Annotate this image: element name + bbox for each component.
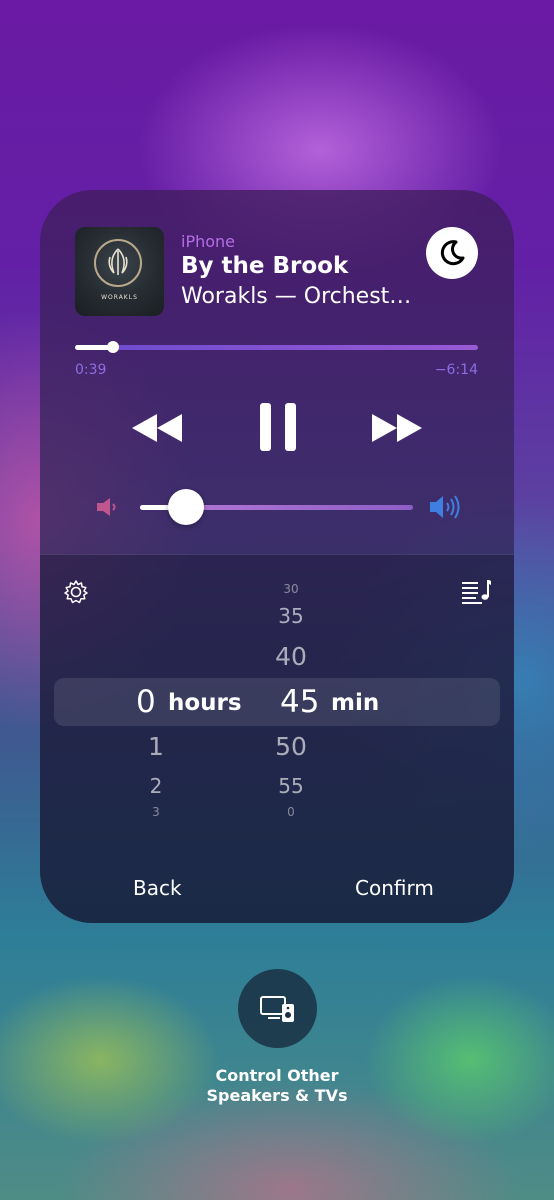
minute-option[interactable]: 0	[266, 805, 316, 819]
selected-hours[interactable]: 0	[136, 684, 156, 720]
track-artist: Worakls — Orchest…	[181, 284, 412, 309]
album-artwork[interactable]: WORAKLS	[75, 227, 164, 316]
volume-thumb[interactable]	[168, 489, 205, 525]
previous-button[interactable]	[130, 410, 186, 450]
queue-button[interactable]	[460, 578, 492, 610]
elapsed-time: 0:39	[75, 362, 107, 378]
confirm-button[interactable]: Confirm	[355, 876, 434, 900]
speaker-low-icon	[97, 498, 116, 516]
output-device-label: iPhone	[181, 232, 236, 251]
settings-button[interactable]	[62, 578, 90, 610]
now-playing-card: WORAKLS iPhone By the Brook Worakls — Or…	[40, 190, 514, 923]
selected-minutes[interactable]: 45	[280, 684, 319, 720]
hour-option[interactable]: 1	[140, 732, 172, 761]
rewind-icon	[132, 414, 182, 442]
music-list-icon	[462, 580, 491, 604]
artwork-emblem	[94, 239, 142, 287]
remaining-time: −6:14	[434, 362, 478, 378]
minute-option[interactable]: 40	[266, 642, 316, 671]
artwork-text: WORAKLS	[101, 294, 138, 301]
minute-option[interactable]: 35	[266, 604, 316, 628]
hours-unit-label: hours	[168, 690, 242, 716]
picker-selection-band	[54, 678, 500, 726]
moon-icon	[440, 240, 465, 266]
fast-forward-icon	[372, 414, 422, 442]
minute-option[interactable]: 55	[266, 774, 316, 798]
volume-high-icon	[428, 493, 464, 525]
volume-low-icon	[95, 496, 119, 522]
track-title: By the Brook	[181, 253, 349, 279]
minutes-unit-label: min	[331, 690, 380, 716]
pause-icon	[260, 403, 296, 451]
minute-option[interactable]: 30	[266, 582, 316, 596]
sleep-timer-button[interactable]	[426, 227, 478, 279]
control-other-speakers-label: Control Other Speakers & TVs	[206, 1066, 348, 1105]
progress-bar[interactable]	[75, 345, 478, 350]
control-other-speakers-button[interactable]	[238, 969, 317, 1048]
next-button[interactable]	[370, 410, 426, 450]
hour-option[interactable]: 3	[140, 805, 172, 819]
minute-option[interactable]: 50	[266, 732, 316, 761]
hour-option[interactable]: 2	[140, 774, 172, 798]
airplay-speaker-icon	[259, 995, 294, 1022]
back-button[interactable]: Back	[133, 876, 182, 900]
pause-button[interactable]	[259, 402, 297, 456]
gear-icon	[64, 580, 88, 604]
progress-scrubber[interactable]	[107, 341, 120, 353]
speaker-high-icon	[430, 495, 460, 519]
